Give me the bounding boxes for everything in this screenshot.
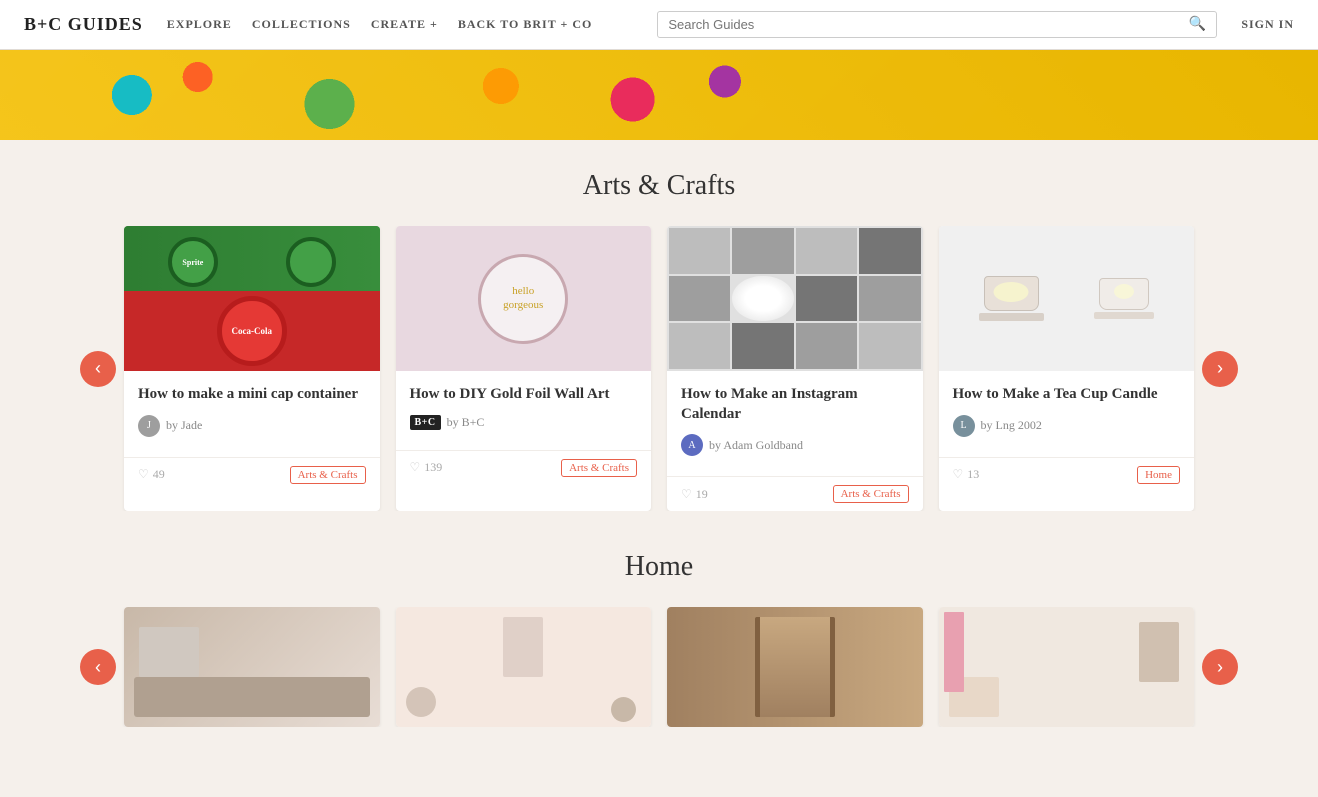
main-content: Arts & Crafts ‹ Sprite Coca-Cola xyxy=(0,140,1318,797)
card-4-category[interactable]: Home xyxy=(1137,466,1180,484)
arts-crafts-cards: Sprite Coca-Cola How to make a mini cap … xyxy=(116,226,1202,511)
card-1-title: How to make a mini cap container xyxy=(138,385,366,405)
card-2-author: B+C by B+C xyxy=(410,415,638,430)
card-1-likes: ♡ 49 xyxy=(138,467,165,482)
card-3-avatar: A xyxy=(681,434,703,456)
card-3-image xyxy=(667,226,923,371)
card-4-avatar: L xyxy=(953,415,975,437)
card-4-author-name: by Lng 2002 xyxy=(981,418,1042,433)
card-4-image xyxy=(939,226,1195,371)
home-card-3-image xyxy=(667,607,923,727)
card-2-footer: ♡ 139 Arts & Crafts xyxy=(396,450,652,485)
home-card-3 xyxy=(667,607,923,727)
card-3-title: How to Make an Instagram Calendar xyxy=(681,385,909,424)
header: B+C GUIDES EXPLORE COLLECTIONS CREATE + … xyxy=(0,0,1318,50)
card-1-author: J by Jade xyxy=(138,415,366,437)
card-3-body: How to Make an Instagram Calendar A by A… xyxy=(667,371,923,476)
prev-button-arts[interactable]: ‹ xyxy=(80,351,116,387)
search-icon: 🔍 xyxy=(1189,16,1206,33)
home-cards xyxy=(116,607,1202,727)
hero-image xyxy=(0,50,1318,140)
home-card-4-image xyxy=(939,607,1195,727)
card-2-bc-badge: B+C xyxy=(410,415,441,430)
sign-in-button[interactable]: SIGN IN xyxy=(1241,17,1294,32)
home-section: Home ‹ xyxy=(80,551,1238,727)
card-3: How to Make an Instagram Calendar A by A… xyxy=(667,226,923,511)
card-4: How to Make a Tea Cup Candle L by Lng 20… xyxy=(939,226,1195,511)
nav-back[interactable]: BACK TO BRIT + CO xyxy=(458,17,593,32)
card-1-category[interactable]: Arts & Crafts xyxy=(290,466,366,484)
card-1-footer: ♡ 49 Arts & Crafts xyxy=(124,457,380,492)
home-card-2-image xyxy=(396,607,652,727)
nav-explore[interactable]: EXPLORE xyxy=(167,17,232,32)
card-4-title: How to Make a Tea Cup Candle xyxy=(953,385,1181,405)
site-logo[interactable]: B+C GUIDES xyxy=(24,14,143,35)
home-card-1-image xyxy=(124,607,380,727)
card-2: hellogorgeous How to DIY Gold Foil Wall … xyxy=(396,226,652,511)
card-3-footer: ♡ 19 Arts & Crafts xyxy=(667,476,923,511)
home-card-2 xyxy=(396,607,652,727)
card-2-author-name: by B+C xyxy=(447,415,485,430)
card-4-likes: ♡ 13 xyxy=(953,467,980,482)
main-nav: EXPLORE COLLECTIONS CREATE + BACK TO BRI… xyxy=(167,17,593,32)
card-2-title: How to DIY Gold Foil Wall Art xyxy=(410,385,638,405)
card-2-image: hellogorgeous xyxy=(396,226,652,371)
card-4-body: How to Make a Tea Cup Candle L by Lng 20… xyxy=(939,371,1195,457)
next-button-home[interactable]: › xyxy=(1202,649,1238,685)
card-3-likes: ♡ 19 xyxy=(681,487,708,502)
card-4-footer: ♡ 13 Home xyxy=(939,457,1195,492)
search-bar[interactable]: 🔍 xyxy=(657,11,1217,38)
search-input[interactable] xyxy=(668,17,1189,32)
heart-icon: ♡ xyxy=(138,467,149,482)
arts-crafts-section: Arts & Crafts ‹ Sprite Coca-Cola xyxy=(80,170,1238,511)
card-4-author: L by Lng 2002 xyxy=(953,415,1181,437)
home-card-4 xyxy=(939,607,1195,727)
card-1-image: Sprite Coca-Cola xyxy=(124,226,380,371)
nav-create[interactable]: CREATE + xyxy=(371,17,438,32)
nav-collections[interactable]: COLLECTIONS xyxy=(252,17,351,32)
home-card-1 xyxy=(124,607,380,727)
arts-crafts-carousel: ‹ Sprite Coca-Cola How to make a m xyxy=(80,226,1238,511)
card-4-like-count: 13 xyxy=(967,467,979,482)
arts-crafts-title: Arts & Crafts xyxy=(80,170,1238,202)
card-2-like-count: 139 xyxy=(424,460,442,475)
next-button-arts[interactable]: › xyxy=(1202,351,1238,387)
home-carousel: ‹ xyxy=(80,607,1238,727)
card-1-like-count: 49 xyxy=(153,467,165,482)
card-1-author-name: by Jade xyxy=(166,418,202,433)
heart-icon-4: ♡ xyxy=(953,467,964,482)
card-1: Sprite Coca-Cola How to make a mini cap … xyxy=(124,226,380,511)
card-2-body: How to DIY Gold Foil Wall Art B+C by B+C xyxy=(396,371,652,450)
home-title: Home xyxy=(80,551,1238,583)
prev-button-home[interactable]: ‹ xyxy=(80,649,116,685)
heart-icon-2: ♡ xyxy=(410,460,421,475)
card-2-likes: ♡ 139 xyxy=(410,460,443,475)
card-3-author: A by Adam Goldband xyxy=(681,434,909,456)
card-1-avatar: J xyxy=(138,415,160,437)
card-3-like-count: 19 xyxy=(696,487,708,502)
card-3-category[interactable]: Arts & Crafts xyxy=(833,485,909,503)
card-1-body: How to make a mini cap container J by Ja… xyxy=(124,371,380,457)
heart-icon-3: ♡ xyxy=(681,487,692,502)
card-3-author-name: by Adam Goldband xyxy=(709,438,803,453)
hero-banner xyxy=(0,50,1318,140)
card-2-category[interactable]: Arts & Crafts xyxy=(561,459,637,477)
